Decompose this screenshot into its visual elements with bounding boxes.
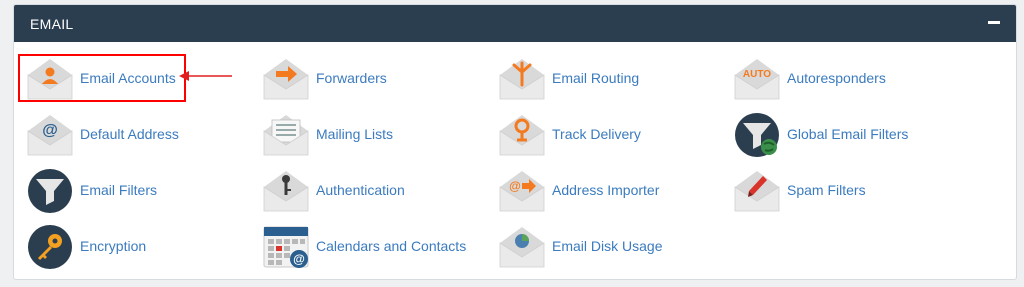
item-label: Encryption (80, 238, 147, 254)
track-delivery-icon (499, 115, 545, 156)
forwarders-icon (263, 59, 309, 100)
authentication-link[interactable]: Authentication (262, 167, 482, 215)
auto-text: AUTO (743, 69, 771, 80)
autoresponders-icon: AUTO (734, 59, 780, 100)
global-email-filters-icon (735, 113, 779, 157)
email-filters-link[interactable]: Email Filters (26, 167, 246, 215)
address-importer-icon: @ (499, 171, 545, 212)
email-routing-link[interactable]: Email Routing (498, 55, 718, 103)
mailing-lists-link[interactable]: Mailing Lists (262, 111, 482, 159)
item-label: Default Address (80, 126, 179, 142)
email-filters-icon (28, 169, 72, 213)
item-label: Authentication (316, 182, 405, 198)
forwarders-link[interactable]: Forwarders (262, 55, 482, 103)
email-section-header[interactable]: EMAIL (14, 5, 1016, 42)
item-label: Track Delivery (552, 126, 641, 142)
at-text: @ (293, 252, 305, 266)
default-address-link[interactable]: @ Default Address (26, 111, 246, 159)
global-email-filters-link[interactable]: Global Email Filters (733, 111, 953, 159)
item-label: Mailing Lists (316, 126, 394, 142)
default-address-icon: @ (27, 115, 73, 156)
item-label: Autoresponders (787, 70, 886, 86)
at-text: @ (509, 179, 521, 193)
highlight-box (18, 54, 186, 102)
calendars-contacts-link[interactable]: @ Calendars and Contacts (262, 223, 482, 271)
item-label: Global Email Filters (787, 126, 909, 142)
calendars-contacts-icon: @ (263, 226, 309, 268)
email-routing-icon (499, 59, 545, 100)
item-label: Email Disk Usage (552, 238, 663, 254)
authentication-icon (263, 171, 309, 212)
mailing-lists-icon (263, 115, 309, 156)
at-text: @ (42, 122, 58, 139)
item-label: Email Filters (80, 182, 158, 198)
item-label: Forwarders (316, 70, 387, 86)
annotation-arrow-icon (179, 71, 232, 81)
address-importer-link[interactable]: @ Address Importer (498, 167, 718, 215)
track-delivery-link[interactable]: Track Delivery (498, 111, 718, 159)
item-label: Spam Filters (787, 182, 866, 198)
encryption-icon (28, 225, 72, 269)
autoresponders-link[interactable]: AUTO Autoresponders (733, 55, 953, 103)
email-disk-usage-icon (499, 227, 545, 268)
item-label: Email Routing (552, 70, 640, 86)
spam-filters-link[interactable]: Spam Filters (733, 167, 953, 215)
collapse-button[interactable] (988, 21, 1000, 24)
item-label: Address Importer (552, 182, 660, 198)
email-disk-usage-link[interactable]: Email Disk Usage (498, 223, 718, 271)
encryption-link[interactable]: Encryption (26, 223, 246, 271)
item-label: Calendars and Contacts (316, 238, 467, 254)
spam-filters-icon (734, 171, 780, 212)
section-title: EMAIL (30, 16, 74, 32)
